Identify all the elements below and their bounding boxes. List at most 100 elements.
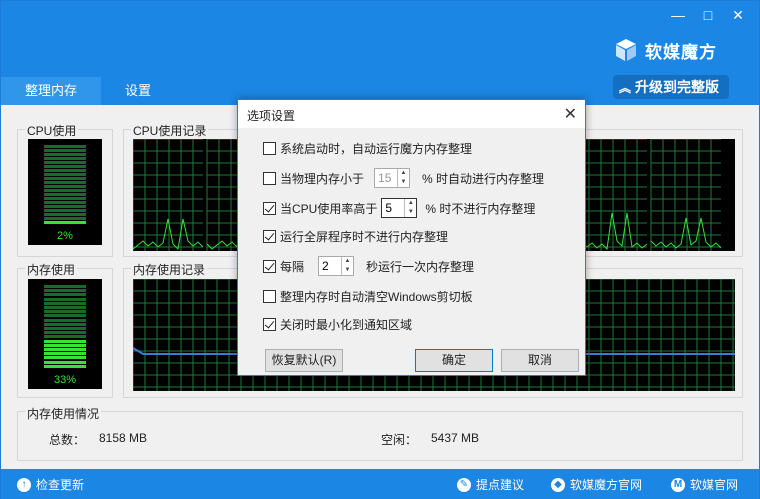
app-logo: 软媒魔方: [613, 37, 717, 63]
memory-meter-segment: [44, 285, 86, 288]
memory-meter-segment: [44, 339, 86, 343]
dialog-title-bar: 选项设置 ✕: [238, 100, 585, 128]
ok-button[interactable]: 确定: [415, 349, 493, 372]
interval-spinner[interactable]: ▲▼: [318, 256, 355, 276]
low-memory-spinner[interactable]: ▲▼: [374, 168, 411, 188]
cpu-meter-segment: [44, 169, 86, 172]
autostart-checkbox[interactable]: [263, 142, 276, 155]
dialog-close-icon[interactable]: ✕: [564, 104, 577, 124]
cpu-meter-segment: [44, 173, 86, 176]
memory-meter-segment: [44, 289, 86, 293]
memory-meter-segment: [44, 297, 86, 301]
memory-meter-segment: [44, 301, 86, 305]
memory-meter-segment: [44, 364, 86, 368]
interval-input[interactable]: [319, 257, 342, 275]
cpu-meter-segment: [44, 165, 86, 168]
cpu-percent: 2%: [57, 230, 73, 242]
option-fullscreen[interactable]: 运行全屏程序时不进行内存整理: [263, 228, 448, 245]
option-interval[interactable]: 每隔 ▲▼ 秒运行一次内存整理: [263, 256, 474, 276]
check-update-label: 检查更新: [36, 478, 85, 492]
check-update-link[interactable]: ↑ 检查更新: [17, 476, 84, 493]
cpu-meter-segment: [44, 181, 86, 184]
cpu-high-spinner[interactable]: ▲▼: [381, 198, 418, 218]
interval-suffix: 秒运行一次内存整理: [366, 259, 475, 274]
cpu-meter-segment: [44, 161, 86, 164]
double-chevron-up-icon: ︽: [619, 80, 632, 95]
memory-meter-bars: [44, 285, 86, 369]
memory-meter-segment: [44, 343, 86, 347]
feedback-icon: ✎: [457, 477, 471, 492]
low-memory-suffix: % 时自动进行内存整理: [422, 171, 545, 186]
ruanmei-site-link[interactable]: M 软媒官网: [671, 476, 738, 493]
low-memory-checkbox[interactable]: [263, 171, 276, 185]
tab-clean-memory[interactable]: 整理内存: [1, 77, 102, 105]
memory-meter-segment: [44, 352, 86, 356]
cpu-high-suffix: % 时不进行内存整理: [425, 201, 536, 216]
memory-meter-segment: [44, 318, 86, 322]
cancel-button[interactable]: 取消: [501, 349, 579, 372]
option-autostart[interactable]: 系统启动时，自动运行魔方内存整理: [263, 140, 472, 157]
minimize-tray-label: 关闭时最小化到通知区域: [280, 318, 413, 332]
official-site-link[interactable]: ◆ 软媒魔方官网: [551, 476, 642, 493]
cpu-meter-segment: [44, 189, 86, 192]
cpu-history-label: CPU使用记录: [131, 122, 209, 139]
maximize-button[interactable]: □: [693, 5, 723, 27]
spinner-arrows[interactable]: ▲ ▼: [341, 257, 353, 275]
cpu-meter-segment: [44, 197, 86, 200]
cpu-high-prefix: 当CPU使用率高于: [280, 201, 378, 216]
feedback-link[interactable]: ✎ 提点建议: [457, 476, 524, 493]
memory-percent: 33%: [53, 374, 77, 386]
memory-meter-segment: [44, 322, 86, 326]
option-cpu-high[interactable]: 当CPU使用率高于 ▲▼ % 时不进行内存整理: [263, 198, 535, 218]
restore-defaults-button[interactable]: 恢复默认(R): [265, 349, 343, 372]
interval-prefix: 每隔: [280, 259, 305, 274]
interval-checkbox[interactable]: [263, 259, 276, 273]
minimize-button[interactable]: —: [663, 5, 693, 27]
cpu-meter-segment: [44, 205, 86, 208]
spinner-arrows[interactable]: ▲ ▼: [404, 199, 416, 217]
memory-meter-segment: [44, 314, 86, 318]
dialog-title: 选项设置: [247, 109, 296, 123]
low-memory-input[interactable]: [375, 169, 398, 187]
clipboard-checkbox[interactable]: [263, 290, 276, 303]
title-bar: — □ ✕ 软媒魔方 ︽ 升级到完整版 整理内存 设置: [1, 1, 759, 105]
cpu-high-input[interactable]: [382, 199, 405, 217]
cpu-high-checkbox[interactable]: [263, 201, 276, 215]
memory-meter-segment: [44, 331, 86, 335]
tab-settings[interactable]: 设置: [101, 77, 175, 105]
logo-text: 软媒魔方: [645, 42, 717, 62]
fullscreen-checkbox[interactable]: [263, 230, 276, 243]
memory-meter-segment: [44, 306, 86, 309]
memory-meter-segment: [44, 360, 86, 364]
ruanmei-site-label: 软媒官网: [690, 478, 739, 492]
cpu-meter-segment: [44, 157, 86, 160]
total-label: 总数：: [49, 433, 86, 447]
upgrade-button[interactable]: ︽ 升级到完整版: [613, 75, 729, 99]
autostart-label: 系统启动时，自动运行魔方内存整理: [280, 142, 473, 156]
cpu-meter-segment: [44, 213, 86, 216]
option-minimize-tray[interactable]: 关闭时最小化到通知区域: [263, 316, 412, 333]
options-dialog: 选项设置 ✕ 系统启动时，自动运行魔方内存整理 当物理内存小于 ▲▼ % 时自动…: [237, 99, 586, 376]
option-low-memory[interactable]: 当物理内存小于 ▲▼ % 时自动进行内存整理: [263, 168, 544, 188]
memory-history-label: 内存使用记录: [131, 261, 208, 278]
cpu-meter-segment: [44, 145, 86, 148]
memory-meter-segment: [44, 356, 86, 360]
window-controls: — □ ✕: [663, 5, 753, 27]
clipboard-label: 整理内存时自动清空Windows剪切板: [280, 290, 473, 304]
free-label: 空闲：: [381, 433, 418, 447]
option-clipboard[interactable]: 整理内存时自动清空Windows剪切板: [263, 288, 473, 305]
memory-meter-segment: [44, 335, 86, 339]
cpu-meter-segment: [44, 209, 86, 212]
update-icon: ↑: [17, 477, 31, 492]
close-button[interactable]: ✕: [723, 5, 753, 27]
memory-stats-label: 内存使用情况: [25, 405, 102, 422]
cpu-meter-segment: [44, 221, 86, 224]
low-memory-prefix: 当物理内存小于: [280, 171, 365, 186]
minimize-tray-checkbox[interactable]: [263, 318, 276, 331]
cpu-meter-segment: [44, 193, 86, 196]
free-value: 5437 MB: [431, 431, 480, 445]
spinner-arrows[interactable]: ▲ ▼: [397, 169, 409, 187]
memory-meter-segment: [44, 293, 86, 297]
status-bar: ↑ 检查更新 ✎ 提点建议 ◆ 软媒魔方官网 M 软媒官网: [1, 469, 759, 499]
cpu-usage-label: CPU使用: [25, 122, 79, 139]
